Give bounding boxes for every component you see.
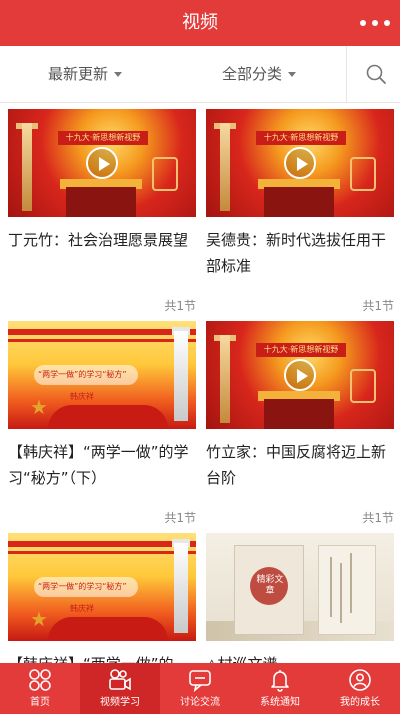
- tab-label: 视频学习: [100, 697, 140, 708]
- video-title[interactable]: 竹立家：中国反腐将迈上新台阶: [206, 439, 394, 491]
- video-camera-icon: [109, 669, 131, 691]
- section-count: 共1节: [164, 299, 196, 313]
- thumbnail-banner-text: “两学一做”的学习“秘方”: [38, 370, 127, 379]
- video-card[interactable]: 十九大·新思想新视野 竹立家：中国反腐将迈上新台阶 共1节: [206, 321, 394, 526]
- bell-icon: [271, 670, 289, 692]
- play-icon[interactable]: [86, 147, 118, 179]
- video-card[interactable]: “两学一做”的学习“秘方” 韩庆祥 ★ 【韩庆祥】“两学一做”的学习“秘方”（下…: [8, 321, 196, 526]
- caret-down-icon: [288, 72, 297, 77]
- section-count: 共1节: [362, 299, 394, 313]
- video-card[interactable]: 精彩文章 △村巡文谱: [206, 533, 394, 663]
- thumbnail-banner-text: 十九大·新思想新视野: [65, 133, 141, 142]
- thumbnail-subtext: 韩庆祥: [70, 392, 94, 401]
- video-card[interactable]: “两学一做”的学习“秘方” 韩庆祥 ★ 【韩庆祥】“两学一做”的: [8, 533, 196, 663]
- video-thumbnail[interactable]: 十九大·新思想新视野: [206, 109, 394, 217]
- section-count: 共1节: [362, 511, 394, 525]
- page-title: 视频: [182, 12, 218, 33]
- thumbnail-banner-text: 十九大·新思想新视野: [263, 133, 339, 142]
- tab-label: 讨论交流: [180, 697, 220, 708]
- video-title[interactable]: 丁元竹：社会治理愿景展望: [8, 227, 196, 279]
- tab-label: 系统通知: [260, 697, 300, 708]
- video-thumbnail[interactable]: 十九大·新思想新视野: [206, 321, 394, 429]
- user-icon: [349, 669, 371, 691]
- video-title[interactable]: 吴德贵：新时代选拔任用干部标准: [206, 227, 394, 279]
- video-title[interactable]: △村巡文谱: [206, 651, 394, 663]
- video-thumbnail[interactable]: “两学一做”的学习“秘方” 韩庆祥 ★: [8, 533, 196, 641]
- tab-my-growth[interactable]: 我的成长: [320, 663, 400, 714]
- bottom-tab-bar: 首页 视频学习 讨论交流 系统通知 我的成长: [0, 663, 400, 714]
- tab-home[interactable]: 首页: [0, 663, 80, 714]
- section-count: 共1节: [164, 511, 196, 525]
- home-grid-icon: [29, 669, 51, 691]
- video-thumbnail[interactable]: “两学一做”的学习“秘方” 韩庆祥 ★: [8, 321, 196, 429]
- thumbnail-banner-text: “两学一做”的学习“秘方”: [38, 582, 127, 591]
- filter-category-dropdown[interactable]: 全部分类: [222, 46, 297, 102]
- video-title[interactable]: 【韩庆祥】“两学一做”的: [8, 651, 196, 663]
- tab-label: 首页: [30, 697, 50, 708]
- play-icon[interactable]: [284, 147, 316, 179]
- tab-label: 我的成长: [340, 697, 380, 708]
- tab-video-learning[interactable]: 视频学习: [80, 663, 160, 714]
- search-button[interactable]: [346, 46, 400, 102]
- emblem-icon: [350, 369, 376, 403]
- thumbnail-banner-text: 十九大·新思想新视野: [263, 345, 339, 354]
- video-title[interactable]: 【韩庆祥】“两学一做”的学习“秘方”（下）: [8, 439, 196, 491]
- thumbnail-subtext: 韩庆祥: [70, 604, 94, 613]
- top-header: 视频: [0, 0, 400, 46]
- star-icon: ★: [30, 607, 48, 631]
- filter-latest-dropdown[interactable]: 最新更新: [48, 46, 123, 102]
- filter-latest-label: 最新更新: [48, 65, 109, 83]
- video-grid: 十九大·新思想新视野 丁元竹：社会治理愿景展望 共1节 十九大·新思想新视野 吴…: [0, 103, 400, 663]
- video-card[interactable]: 十九大·新思想新视野 丁元竹：社会治理愿景展望 共1节: [8, 109, 196, 314]
- video-card[interactable]: 十九大·新思想新视野 吴德贵：新时代选拔任用干部标准 共1节: [206, 109, 394, 314]
- more-options-icon[interactable]: [360, 15, 390, 31]
- emblem-icon: [152, 157, 178, 191]
- search-icon: [366, 64, 386, 84]
- thumbnail-banner-text: 精彩文章: [256, 575, 284, 596]
- caret-down-icon: [114, 72, 123, 77]
- chat-bubble-icon: [189, 670, 211, 692]
- star-icon: ★: [30, 395, 48, 419]
- tab-notifications[interactable]: 系统通知: [240, 663, 320, 714]
- video-thumbnail[interactable]: 精彩文章: [206, 533, 394, 641]
- filter-category-label: 全部分类: [222, 65, 283, 83]
- tab-discussion[interactable]: 讨论交流: [160, 663, 240, 714]
- play-icon[interactable]: [284, 359, 316, 391]
- video-thumbnail[interactable]: 十九大·新思想新视野: [8, 109, 196, 217]
- emblem-icon: [350, 157, 376, 191]
- filter-bar: 最新更新 全部分类: [0, 46, 400, 103]
